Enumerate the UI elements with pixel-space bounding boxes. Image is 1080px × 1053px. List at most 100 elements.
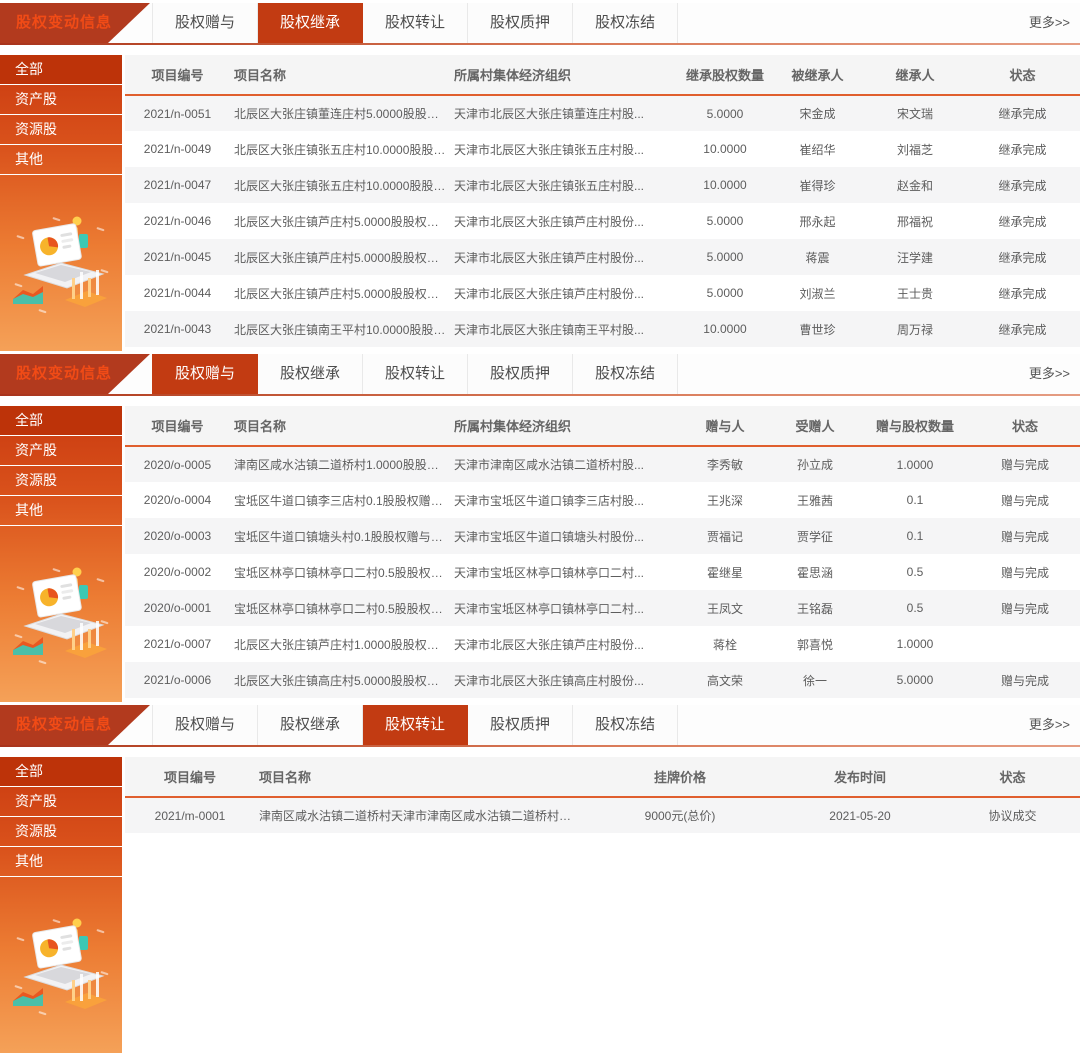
sidebar-item-全部[interactable]: 全部 [0, 757, 122, 787]
table-row[interactable]: 2020/o-0003宝坻区牛道口镇塘头村0.1股股权赠与项目天津市宝坻区牛道口… [125, 518, 1080, 554]
table-row[interactable]: 2020/o-0004宝坻区牛道口镇李三店村0.1股股权赠与项目天津市宝坻区牛道… [125, 482, 1080, 518]
sidebar-illustration [0, 913, 122, 1021]
tab-股权冻结[interactable]: 股权冻结 [573, 3, 678, 43]
cell: 王凤文 [680, 590, 770, 626]
cell: 北辰区大张庄镇高庄村5.0000股股权赠与... [230, 662, 450, 698]
cell: 2021/n-0046 [125, 203, 230, 239]
tab-股权继承[interactable]: 股权继承 [258, 3, 363, 43]
cell: 蒋震 [770, 239, 865, 275]
tab-股权冻结[interactable]: 股权冻结 [573, 354, 678, 394]
cell: 继承完成 [965, 95, 1080, 131]
cell: 5.0000 [680, 95, 770, 131]
section-title: 股权变动信息 [0, 354, 150, 394]
table-row[interactable]: 2021/o-0007北辰区大张庄镇芦庄村1.0000股股权赠与...天津市北辰… [125, 626, 1080, 662]
more-link[interactable]: 更多>> [1029, 3, 1070, 43]
cell: 赠与完成 [970, 662, 1080, 698]
more-link[interactable]: 更多>> [1029, 705, 1070, 745]
cell: 赠与完成 [970, 482, 1080, 518]
cell: 2021/m-0001 [125, 797, 255, 833]
tab-股权赠与[interactable]: 股权赠与 [152, 705, 258, 745]
column-header-项目编号: 项目编号 [125, 757, 255, 797]
sidebar-illustration [0, 562, 122, 670]
table-row[interactable]: 2021/n-0051北辰区大张庄镇董连庄村5.0000股股权继...天津市北辰… [125, 95, 1080, 131]
cell: 宋金成 [770, 95, 865, 131]
cell: 赠与完成 [970, 554, 1080, 590]
sidebar-item-其他[interactable]: 其他 [0, 496, 122, 526]
section-title: 股权变动信息 [0, 705, 150, 745]
records-table: 项目编号项目名称挂牌价格发布时间状态2021/m-0001津南区咸水沽镇二道桥村… [125, 757, 1080, 833]
column-header-继承股权数量: 继承股权数量 [680, 55, 770, 95]
cell: 1.0000 [860, 446, 970, 482]
equity-change-section-inheritance: 股权变动信息 股权赠与股权继承股权转让股权质押股权冻结 更多>> 全部资产股资源… [0, 3, 1080, 351]
sidebar-item-其他[interactable]: 其他 [0, 145, 122, 175]
cell: 2020/o-0005 [125, 446, 230, 482]
cell: 天津市北辰区大张庄镇芦庄村股份... [450, 275, 680, 311]
cell: 李秀敏 [680, 446, 770, 482]
cell: 2021/n-0047 [125, 167, 230, 203]
tab-股权冻结[interactable]: 股权冻结 [573, 705, 678, 745]
category-sidebar: 全部资产股资源股其他 [0, 757, 122, 1053]
tab-股权赠与[interactable]: 股权赠与 [152, 3, 258, 43]
cell: 高文荣 [680, 662, 770, 698]
records-table-wrap: 项目编号项目名称挂牌价格发布时间状态2021/m-0001津南区咸水沽镇二道桥村… [125, 757, 1080, 1053]
sidebar-illustration [0, 211, 122, 319]
column-header-发布时间: 发布时间 [775, 757, 945, 797]
cell: 贾福记 [680, 518, 770, 554]
sidebar-item-全部[interactable]: 全部 [0, 55, 122, 85]
table-row[interactable]: 2021/n-0043北辰区大张庄镇南王平村10.0000股股权继...天津市北… [125, 311, 1080, 347]
cell: 北辰区大张庄镇芦庄村1.0000股股权赠与... [230, 626, 450, 662]
sidebar-item-资产股[interactable]: 资产股 [0, 787, 122, 817]
tab-股权质押[interactable]: 股权质押 [468, 354, 573, 394]
sidebar-item-资源股[interactable]: 资源股 [0, 817, 122, 847]
cell: 宝坻区牛道口镇李三店村0.1股股权赠与项目 [230, 482, 450, 518]
sidebar-item-资源股[interactable]: 资源股 [0, 115, 122, 145]
cell: 宋文瑞 [865, 95, 965, 131]
cell: 天津市北辰区大张庄镇董连庄村股... [450, 95, 680, 131]
tab-股权质押[interactable]: 股权质押 [468, 705, 573, 745]
cell: 继承完成 [965, 311, 1080, 347]
more-link[interactable]: 更多>> [1029, 354, 1070, 394]
cell: 2021/n-0043 [125, 311, 230, 347]
table-row[interactable]: 2021/n-0044北辰区大张庄镇芦庄村5.0000股股权继承...天津市北辰… [125, 275, 1080, 311]
cell: 周万禄 [865, 311, 965, 347]
cell: 天津市宝坻区林亭口镇林亭口二村... [450, 554, 680, 590]
table-row[interactable]: 2020/o-0002宝坻区林亭口镇林亭口二村0.5股股权赠与...天津市宝坻区… [125, 554, 1080, 590]
table-row[interactable]: 2021/n-0045北辰区大张庄镇芦庄村5.0000股股权继承...天津市北辰… [125, 239, 1080, 275]
cell: 天津市宝坻区牛道口镇李三店村股... [450, 482, 680, 518]
cell: 北辰区大张庄镇芦庄村5.0000股股权继承... [230, 203, 450, 239]
tab-股权质押[interactable]: 股权质押 [468, 3, 573, 43]
column-header-状态: 状态 [970, 406, 1080, 446]
column-header-被继承人: 被继承人 [770, 55, 865, 95]
cell: 10.0000 [680, 167, 770, 203]
table-row[interactable]: 2021/n-0049北辰区大张庄镇张五庄村10.0000股股权继...天津市北… [125, 131, 1080, 167]
tab-股权转让[interactable]: 股权转让 [363, 354, 468, 394]
table-row[interactable]: 2021/n-0047北辰区大张庄镇张五庄村10.0000股股权继...天津市北… [125, 167, 1080, 203]
sidebar-item-其他[interactable]: 其他 [0, 847, 122, 877]
table-row[interactable]: 2021/o-0006北辰区大张庄镇高庄村5.0000股股权赠与...天津市北辰… [125, 662, 1080, 698]
sidebar-item-资源股[interactable]: 资源股 [0, 466, 122, 496]
cell: 宝坻区牛道口镇塘头村0.1股股权赠与项目 [230, 518, 450, 554]
cell: 2020/o-0003 [125, 518, 230, 554]
tab-股权赠与[interactable]: 股权赠与 [152, 354, 258, 394]
cell: 2021/o-0006 [125, 662, 230, 698]
cell: 崔得珍 [770, 167, 865, 203]
tab-股权转让[interactable]: 股权转让 [363, 705, 468, 745]
table-row[interactable]: 2020/o-0001宝坻区林亭口镇林亭口二村0.5股股权赠与...天津市宝坻区… [125, 590, 1080, 626]
cell: 0.5 [860, 590, 970, 626]
column-header-项目编号: 项目编号 [125, 406, 230, 446]
sidebar-item-资产股[interactable]: 资产股 [0, 85, 122, 115]
cell: 天津市北辰区大张庄镇张五庄村股... [450, 167, 680, 203]
tab-股权继承[interactable]: 股权继承 [258, 705, 363, 745]
table-row[interactable]: 2021/n-0046北辰区大张庄镇芦庄村5.0000股股权继承...天津市北辰… [125, 203, 1080, 239]
column-header-状态: 状态 [945, 757, 1080, 797]
column-header-赠与人: 赠与人 [680, 406, 770, 446]
cell: 宝坻区林亭口镇林亭口二村0.5股股权赠与... [230, 554, 450, 590]
tab-股权继承[interactable]: 股权继承 [258, 354, 363, 394]
cell: 继承完成 [965, 167, 1080, 203]
sidebar-item-资产股[interactable]: 资产股 [0, 436, 122, 466]
tab-股权转让[interactable]: 股权转让 [363, 3, 468, 43]
table-row[interactable]: 2020/o-0005津南区咸水沽镇二道桥村1.0000股股权赠...天津市津南… [125, 446, 1080, 482]
records-table: 项目编号项目名称所属村集体经济组织赠与人受赠人赠与股权数量状态2020/o-00… [125, 406, 1080, 698]
sidebar-item-全部[interactable]: 全部 [0, 406, 122, 436]
table-row[interactable]: 2021/m-0001津南区咸水沽镇二道桥村天津市津南区咸水沽镇二道桥村股份经.… [125, 797, 1080, 833]
